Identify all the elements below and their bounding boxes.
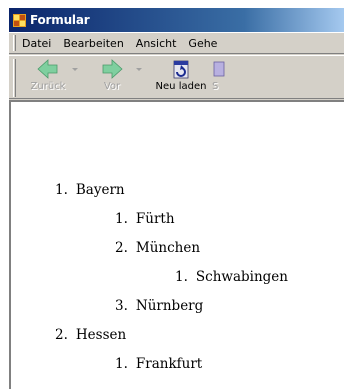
list-item-number: 2.: [55, 327, 68, 343]
reload-page-icon: [173, 60, 189, 79]
menu-bearbeiten[interactable]: Bearbeiten: [63, 37, 123, 50]
chevron-down-icon: [72, 67, 78, 71]
menu-ansicht[interactable]: Ansicht: [136, 37, 177, 50]
list-item: 2. Hessen: [55, 327, 126, 343]
list-item: 1. Frankfurt: [115, 356, 202, 372]
menu-gehe[interactable]: Gehe: [188, 37, 217, 50]
list-item-number: 1.: [55, 182, 68, 198]
list-item-number: 2.: [115, 240, 128, 256]
forward-arrow-icon: [102, 59, 123, 79]
back-arrow-icon: [37, 59, 58, 79]
forward-button[interactable]: Vor: [86, 56, 138, 96]
list-item-number: 1.: [175, 269, 188, 285]
list-item: 1. Schwabingen: [175, 269, 288, 285]
menubar-grip[interactable]: [13, 35, 16, 51]
partial-toolbar-icon: [213, 61, 225, 77]
list-item-label: Nürnberg: [135, 298, 204, 314]
title-bar[interactable]: Formular: [9, 8, 344, 32]
list-item: 3. Nürnberg: [115, 298, 203, 314]
window-title: Formular: [30, 13, 90, 27]
reload-button[interactable]: Neu laden: [150, 56, 212, 96]
forward-dropdown[interactable]: [134, 56, 144, 96]
app-window-icon: [13, 13, 26, 27]
forward-label: Vor: [103, 81, 121, 92]
back-label: Zurück: [30, 81, 66, 92]
list-item-label: Bayern: [75, 182, 125, 198]
browser-window: Formular Datei Bearbeiten Ansicht Gehe Z…: [8, 8, 344, 389]
menu-datei[interactable]: Datei: [22, 37, 51, 50]
back-dropdown[interactable]: [70, 56, 80, 96]
list-item: 2. München: [115, 240, 200, 256]
list-item-label: Fürth: [135, 211, 175, 227]
menu-bar: Datei Bearbeiten Ansicht Gehe: [9, 32, 344, 54]
list-item-number: 1.: [115, 356, 128, 372]
stop-button-partial[interactable]: S: [212, 56, 242, 96]
list-item-label: München: [135, 240, 201, 256]
reload-label: Neu laden: [155, 81, 207, 92]
back-button[interactable]: Zurück: [22, 56, 74, 96]
chevron-down-icon: [136, 67, 142, 71]
navigation-toolbar: Zurück Vor Neu laden S: [9, 55, 344, 99]
list-item-number: 1.: [115, 211, 128, 227]
list-item: 1. Fürth: [115, 211, 175, 227]
list-item-label: Hessen: [75, 327, 127, 343]
list-item: 1. Bayern: [55, 182, 125, 198]
toolbar-grip[interactable]: [13, 59, 16, 97]
list-item-label: Frankfurt: [135, 356, 203, 372]
list-item-number: 3.: [115, 298, 128, 314]
page-content: 1. Bayern 1. Fürth 2. München 1. Schwabingen…: [9, 100, 344, 389]
list-item-label: Schwabingen: [195, 269, 288, 285]
partial-label: S: [212, 81, 219, 92]
